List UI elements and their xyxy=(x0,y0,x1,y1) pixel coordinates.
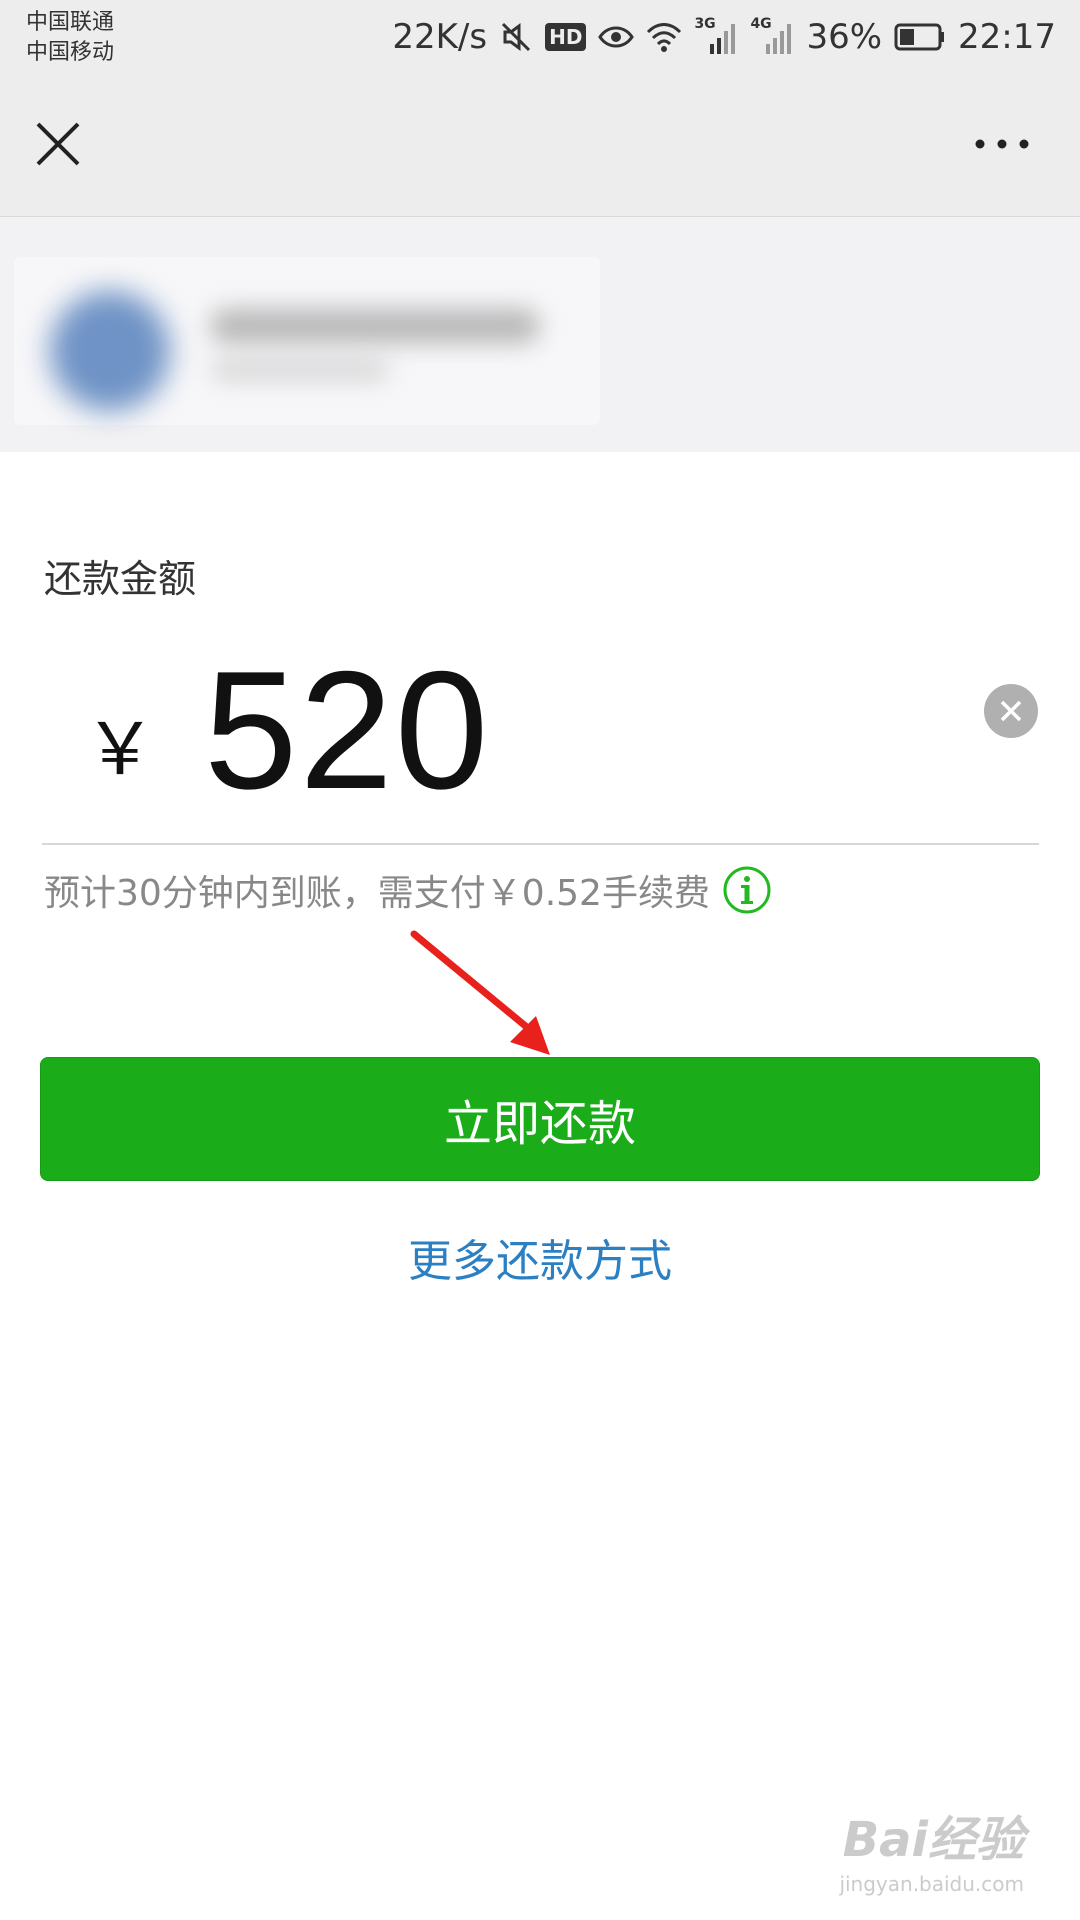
wifi-icon xyxy=(646,22,682,52)
signal-3g-icon: 3G xyxy=(694,16,738,54)
watermark-url: jingyan.baidu.com xyxy=(839,1872,1024,1896)
amount-divider xyxy=(42,843,1039,845)
card-banner xyxy=(0,217,1080,452)
hd-icon: HD xyxy=(545,23,587,51)
mute-icon xyxy=(499,20,533,54)
repay-now-button[interactable]: 立即还款 xyxy=(40,1057,1040,1181)
top-bar: 中国联通 中国移动 22K/s HD 3G 4G 36% 22:17 xyxy=(0,0,1080,217)
more-methods-link[interactable]: 更多还款方式 xyxy=(0,1225,1080,1289)
amount-label: 还款金额 xyxy=(44,557,197,601)
bank-logo-blurred xyxy=(50,291,170,411)
blurred-text-line xyxy=(210,309,540,343)
signal-4g-icon: 4G xyxy=(750,16,794,54)
net-speed: 22K/s xyxy=(392,17,488,57)
blurred-card-info xyxy=(14,257,600,425)
watermark: Bai经验 jingyan.baidu.com xyxy=(839,1800,1024,1896)
clear-button[interactable] xyxy=(984,684,1038,738)
carrier-1: 中国联通 xyxy=(26,10,115,35)
eye-icon xyxy=(598,24,635,50)
close-icon xyxy=(36,122,80,166)
annotation-arrow xyxy=(400,920,580,1070)
close-button[interactable] xyxy=(34,120,82,168)
fee-note: 预计30分钟内到账，需支付￥0.52手续费 xyxy=(44,864,772,916)
clock: 22:17 xyxy=(958,17,1056,57)
clear-icon xyxy=(1000,700,1022,722)
more-button[interactable] xyxy=(974,132,1030,156)
watermark-logo: Bai经验 xyxy=(842,1812,1024,1868)
currency-symbol: ￥ xyxy=(84,707,157,791)
info-icon[interactable] xyxy=(722,865,772,915)
carrier-2: 中国移动 xyxy=(26,40,115,65)
fee-text: 预计30分钟内到账，需支付￥0.52手续费 xyxy=(44,873,710,914)
battery-percent: 36% xyxy=(806,17,883,57)
more-dots-icon xyxy=(975,139,1029,149)
amount-input[interactable]: 520 xyxy=(204,646,490,814)
blurred-text-line xyxy=(210,359,390,381)
status-icons: 22K/s HD 3G 4G 36% 22:17 xyxy=(392,14,1056,60)
battery-icon xyxy=(894,23,946,51)
